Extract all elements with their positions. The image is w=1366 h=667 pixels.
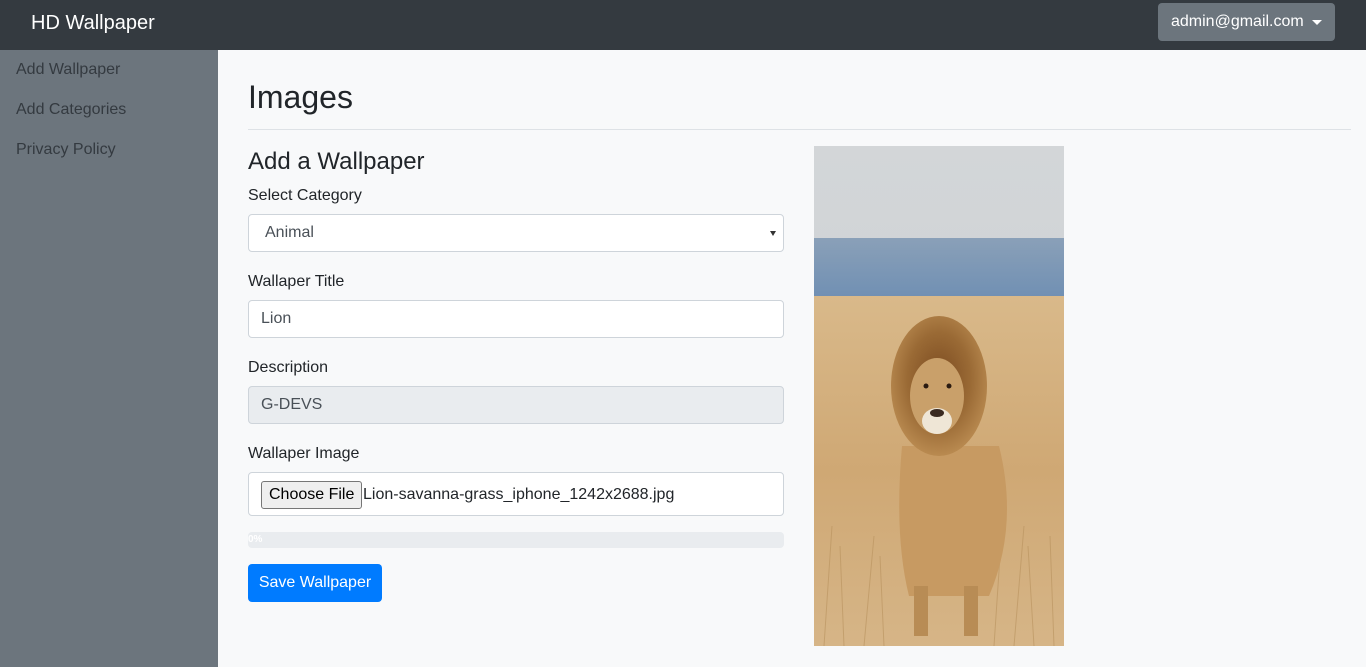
category-label: Select Category <box>248 187 362 204</box>
form-title: Add a Wallpaper <box>248 148 425 175</box>
sidebar-item-add-categories[interactable]: Add Categories <box>16 100 126 120</box>
user-dropdown-button[interactable]: admin@gmail.com <box>1158 3 1335 41</box>
title-value: Lion <box>261 310 292 327</box>
divider <box>248 129 1351 130</box>
top-navbar: HD Wallpaper admin@gmail.com <box>0 0 1366 50</box>
sidebar-item-add-wallpaper[interactable]: Add Wallpaper <box>16 60 120 80</box>
progress-text: 0% <box>248 534 263 545</box>
sidebar: Add Wallpaper Add Categories Privacy Pol… <box>0 50 218 667</box>
user-email: admin@gmail.com <box>1171 13 1304 30</box>
title-input[interactable]: Lion <box>248 300 784 338</box>
file-name: Lion-savanna-grass_iphone_1242x2688.jpg <box>363 486 675 503</box>
title-label: Wallaper Title <box>248 273 345 290</box>
brand-title[interactable]: HD Wallpaper <box>31 11 155 35</box>
lion-photo-icon <box>814 146 1064 646</box>
save-wallpaper-button[interactable]: Save Wallpaper <box>248 564 382 602</box>
sidebar-item-privacy-policy[interactable]: Privacy Policy <box>16 140 116 160</box>
description-label: Description <box>248 359 329 376</box>
description-value: G-DEVS <box>261 396 323 413</box>
page-title: Images <box>248 79 353 115</box>
choose-file-button[interactable]: Choose File <box>261 481 363 509</box>
image-file-input[interactable]: Choose File Lion-savanna-grass_iphone_12… <box>248 472 784 516</box>
image-label: Wallaper Image <box>248 445 360 462</box>
select-arrow-icon <box>770 231 776 236</box>
main-content: Images Add a Wallpaper Select Category A… <box>218 50 1366 667</box>
caret-down-icon <box>1312 20 1322 25</box>
category-value: Animal <box>265 224 314 241</box>
wallpaper-preview-image <box>814 146 1064 646</box>
description-input[interactable]: G-DEVS <box>248 386 784 424</box>
upload-progress: 0% <box>248 532 784 548</box>
category-select[interactable]: Animal <box>248 214 784 252</box>
